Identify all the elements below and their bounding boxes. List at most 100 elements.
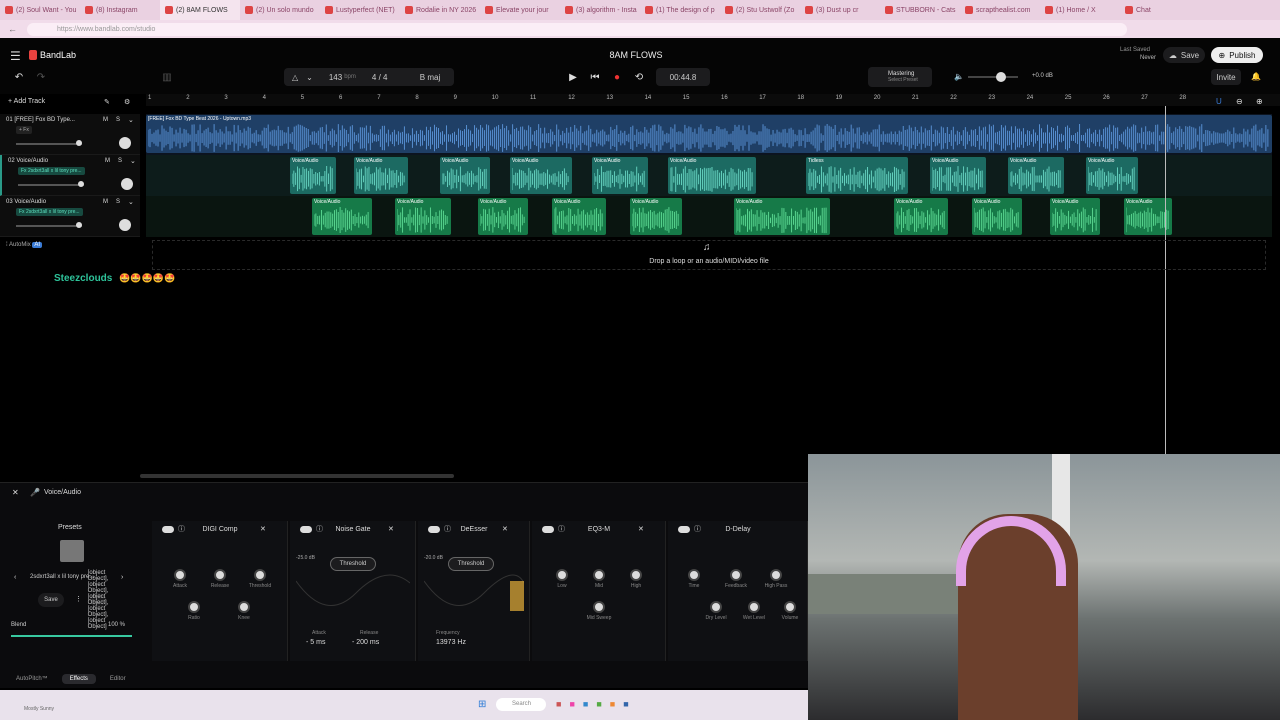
audio-clip[interactable]: Voice/Audio — [552, 198, 606, 235]
track-header[interactable]: 03 Voice/Audio Fx 2sdxrt3all x lil tony p… — [0, 196, 140, 237]
audio-clip[interactable]: [FREE] Fox BD Type Beat 2026 - Uptown.mp… — [146, 115, 1272, 153]
pan-knob[interactable] — [119, 137, 131, 149]
knob-release[interactable] — [214, 569, 226, 581]
panel-tab-editor[interactable]: Editor — [102, 674, 134, 684]
audio-clip[interactable]: Voice/Audio — [734, 198, 830, 235]
chevron-down-icon[interactable]: ⌄ — [128, 116, 134, 124]
audio-clip[interactable]: Voice/Audio — [668, 157, 756, 194]
preset-artwork[interactable] — [60, 540, 84, 562]
play-icon[interactable]: ▶ — [562, 68, 584, 86]
timeline-ruler[interactable]: 1 2 3 4 5 6 7 8 9 10 11 12 13 14 15 16 17 18 19 20 21 22 23 24 2… — [146, 94, 1280, 106]
effect-toggle[interactable] — [300, 526, 312, 533]
metronome-icon[interactable]: △ — [292, 73, 298, 82]
fx-chip[interactable]: + Fx — [16, 126, 32, 134]
browser-tab[interactable]: (2) Un solo mundo — [240, 0, 320, 20]
volume-thumb[interactable] — [996, 72, 1006, 82]
audio-clip[interactable]: Voice/Audio — [478, 198, 528, 235]
browser-tab[interactable]: scrapthealist.com — [960, 0, 1040, 20]
browser-tab[interactable]: Lustyperfect (NET) — [320, 0, 400, 20]
track-volume-slider[interactable] — [16, 140, 82, 146]
threshold-button[interactable]: Threshold — [448, 557, 494, 571]
chevron-down-icon[interactable]: ⌄ — [130, 157, 136, 165]
browser-tab[interactable]: (2) 8AM FLOWS — [160, 0, 240, 20]
browser-tab[interactable]: STUBBORN - Cats — [880, 0, 960, 20]
speaker-mute-icon[interactable]: 🔈 — [954, 72, 964, 81]
mute-button[interactable]: M — [105, 158, 110, 164]
track-volume-slider[interactable] — [18, 181, 84, 187]
attack-value[interactable]: - 5 ms — [306, 639, 325, 646]
audio-clip[interactable]: Voice/Audio — [440, 157, 490, 194]
panel-tab-effects[interactable]: Effects — [61, 674, 96, 684]
preset-save-button[interactable]: Save — [38, 593, 64, 607]
blend-slider[interactable] — [11, 635, 132, 637]
audio-clip[interactable]: Voice/Audio — [592, 157, 648, 194]
close-icon[interactable]: ✕ — [638, 525, 644, 533]
close-icon[interactable]: ✕ — [260, 525, 266, 533]
browser-tab[interactable]: (8) Instagram — [80, 0, 160, 20]
knob-feedback[interactable] — [730, 569, 742, 581]
pan-knob[interactable] — [119, 219, 131, 231]
mute-button[interactable]: M — [103, 117, 108, 123]
audio-clip[interactable]: Voice/Audio — [354, 157, 408, 194]
audio-clip[interactable]: Voice/Audio — [630, 198, 682, 235]
knob-low[interactable] — [556, 569, 568, 581]
mastering-button[interactable]: Mastering Select Preset — [868, 67, 932, 87]
close-icon[interactable]: ✕ — [502, 525, 508, 533]
knob-high-pass[interactable] — [770, 569, 782, 581]
volume-thumb[interactable] — [76, 140, 82, 146]
threshold-button[interactable]: Threshold — [330, 557, 376, 571]
close-icon[interactable]: ✕ — [388, 525, 394, 533]
track-header[interactable]: 02 Voice/Audio Fx 2sdxrt3all x lil tony p… — [0, 155, 140, 196]
invite-button[interactable]: Invite — [1211, 69, 1241, 85]
fx-button[interactable]: [object Object],[object Object],[object … — [88, 570, 109, 630]
skip-back-icon[interactable]: ⏮ — [584, 68, 606, 86]
magnet-icon[interactable]: U — [1216, 97, 1222, 106]
zoom-out-icon[interactable]: ⊖ — [1236, 97, 1243, 106]
key-button[interactable]: B maj — [412, 68, 448, 86]
track-name[interactable]: 01 [FREE] Fox BD Type... — [6, 117, 75, 123]
close-icon[interactable]: ✕ — [12, 488, 19, 497]
knob-mid-sweep[interactable] — [593, 601, 605, 613]
redo-icon[interactable]: ↷ — [30, 68, 52, 86]
preset-name[interactable]: 2sdxrt3all x lil tony pre... — [30, 574, 94, 580]
knob-time[interactable] — [688, 569, 700, 581]
volume-thumb[interactable] — [78, 181, 84, 187]
audio-clip[interactable]: Voice/Audio — [972, 198, 1022, 235]
weather-widget[interactable]: Mostly Sunny — [24, 706, 54, 712]
windows-start-icon[interactable]: ⊞ — [478, 699, 486, 710]
audio-clip[interactable]: Voice/Audio — [894, 198, 948, 235]
knob-threshold[interactable] — [254, 569, 266, 581]
app-logo[interactable]: BandLab — [40, 50, 76, 60]
browser-tab[interactable]: (3) algorithm - Insta — [560, 0, 640, 20]
track-lane[interactable]: Voice/Audio Voice/Audio Voice/Audio Voice/A… — [146, 196, 1272, 237]
taskbar-app-icons[interactable]: ■ ■ ■ ■ ■ ■ — [556, 699, 629, 709]
url-field[interactable]: https://www.bandlab.com/studio — [27, 22, 1127, 36]
solo-button[interactable]: S — [116, 199, 120, 205]
audio-clip[interactable]: Voice/Audio — [395, 198, 451, 235]
app-icon[interactable]: ■ — [596, 699, 601, 709]
knob-mid[interactable] — [593, 569, 605, 581]
audio-clip[interactable]: Voice/Audio — [312, 198, 372, 235]
browser-tab[interactable]: (2) Stu Ustwolf (Zo — [720, 0, 800, 20]
app-icon[interactable]: ■ — [569, 699, 574, 709]
master-volume-slider[interactable] — [968, 72, 1018, 82]
record-icon[interactable]: ● — [606, 68, 628, 86]
drop-zone[interactable]: ♫ Drop a loop or an audio/MIDI/video fil… — [152, 240, 1266, 270]
audio-clip[interactable]: Voice/Audio — [290, 157, 336, 194]
effect-toggle[interactable] — [678, 526, 690, 533]
app-icon[interactable]: ■ — [610, 699, 615, 709]
publish-button[interactable]: ⊕ Publish — [1211, 47, 1263, 63]
browser-tab[interactable]: Chat — [1120, 0, 1200, 20]
browser-tab[interactable]: (2) Soul Want - You — [0, 0, 80, 20]
audio-clip[interactable]: Tidless — [806, 157, 908, 194]
tool-settings-icon[interactable]: ⚙ — [124, 98, 130, 106]
track-volume-slider[interactable] — [16, 222, 82, 228]
audio-clip[interactable]: Voice/Audio — [930, 157, 986, 194]
save-button[interactable]: ☁ Save — [1163, 47, 1205, 63]
horizontal-scrollbar[interactable] — [140, 474, 454, 478]
solo-button[interactable]: S — [118, 158, 122, 164]
pan-knob[interactable] — [121, 178, 133, 190]
track-name[interactable]: 03 Voice/Audio — [6, 199, 46, 205]
track-lane[interactable]: [FREE] Fox BD Type Beat 2026 - Uptown.mp… — [146, 114, 1272, 155]
more-icon[interactable]: ⋮ — [75, 595, 82, 603]
